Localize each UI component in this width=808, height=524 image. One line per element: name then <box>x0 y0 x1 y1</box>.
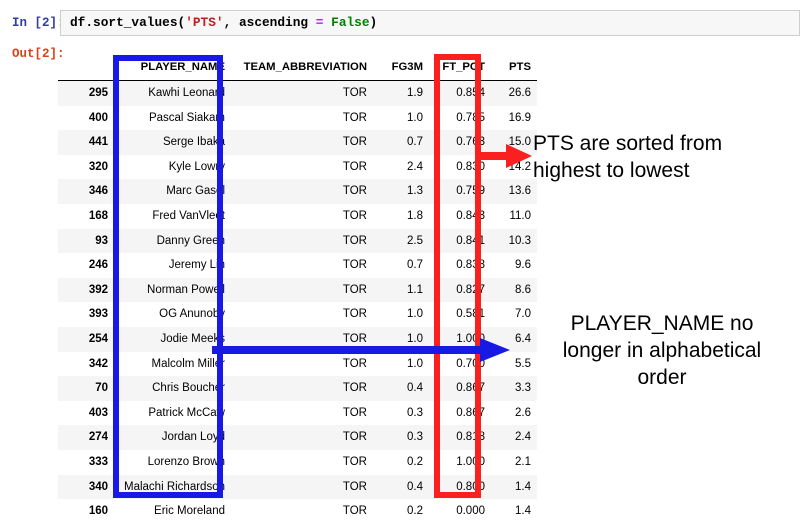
team-abbreviation-cell: TOR <box>231 277 373 303</box>
row-index-cell: 392 <box>58 277 118 303</box>
code-token-arg: , ascending <box>223 15 316 30</box>
ft-pct-cell: 0.000 <box>429 499 491 524</box>
team-abbreviation-cell: TOR <box>231 154 373 180</box>
player-name-annotation-text: PLAYER_NAME no longer in alphabetical or… <box>528 310 796 391</box>
fg3m-cell: 0.3 <box>373 400 429 426</box>
pts-cell: 1.4 <box>491 499 537 524</box>
row-index-cell: 160 <box>58 499 118 524</box>
player-name-annotation-arrow <box>212 337 512 368</box>
column-header-team-abbreviation: TEAM_ABBREVIATION <box>231 54 373 81</box>
code-token-keyword: False <box>331 15 370 30</box>
code-line[interactable]: df.sort_values('PTS', ascending = False) <box>70 15 377 30</box>
row-index-cell: 346 <box>58 179 118 204</box>
fg3m-cell: 1.9 <box>373 80 429 106</box>
column-header-index <box>58 54 118 81</box>
column-header-pts: PTS <box>491 54 537 81</box>
team-abbreviation-cell: TOR <box>231 499 373 524</box>
fg3m-cell: 1.1 <box>373 277 429 303</box>
team-abbreviation-cell: TOR <box>231 425 373 450</box>
team-abbreviation-cell: TOR <box>231 179 373 204</box>
pts-cell: 10.3 <box>491 228 537 254</box>
team-abbreviation-cell: TOR <box>231 105 373 131</box>
row-index-cell: 333 <box>58 449 118 475</box>
fg3m-cell: 0.7 <box>373 130 429 155</box>
team-abbreviation-cell: TOR <box>231 400 373 426</box>
pts-column-highlight-box <box>434 54 481 498</box>
team-abbreviation-cell: TOR <box>231 449 373 475</box>
row-index-cell: 342 <box>58 351 118 377</box>
code-token-closeparen: ) <box>369 15 378 30</box>
pts-annotation-line-2: highest to lowest <box>533 159 690 182</box>
fg3m-cell: 0.4 <box>373 474 429 500</box>
pts-annotation-line-1: PTS are sorted from <box>533 132 723 155</box>
fg3m-cell: 0.3 <box>373 425 429 450</box>
output-prompt-label: Out[2]: <box>12 47 65 61</box>
pts-annotation-arrow <box>478 142 534 175</box>
pts-cell: 16.9 <box>491 105 537 131</box>
pts-cell: 9.6 <box>491 253 537 278</box>
table-row: 160 Eric Moreland TOR 0.2 0.000 1.4 <box>58 499 537 524</box>
fg3m-cell: 0.4 <box>373 376 429 401</box>
row-index-cell: 403 <box>58 400 118 426</box>
row-index-cell: 93 <box>58 228 118 254</box>
fg3m-cell: 1.0 <box>373 302 429 327</box>
fg3m-cell: 0.7 <box>373 253 429 278</box>
player-name-cell: Eric Moreland <box>118 499 231 524</box>
team-abbreviation-cell: TOR <box>231 253 373 278</box>
pts-annotation-text: PTS are sorted from highest to lowest <box>533 130 795 184</box>
row-index-cell: 295 <box>58 80 118 106</box>
fg3m-cell: 2.4 <box>373 154 429 180</box>
row-index-cell: 393 <box>58 302 118 327</box>
row-index-cell: 340 <box>58 474 118 500</box>
player-name-annotation-line-3: order <box>637 366 687 389</box>
fg3m-cell: 0.2 <box>373 449 429 475</box>
row-index-cell: 441 <box>58 130 118 155</box>
row-index-cell: 168 <box>58 203 118 229</box>
pts-cell: 13.6 <box>491 179 537 204</box>
fg3m-cell: 0.2 <box>373 499 429 524</box>
code-token-call: df.sort_values( <box>70 15 186 30</box>
row-index-cell: 70 <box>58 376 118 401</box>
team-abbreviation-cell: TOR <box>231 203 373 229</box>
pts-cell: 1.4 <box>491 474 537 500</box>
pts-cell: 2.6 <box>491 400 537 426</box>
row-index-cell: 274 <box>58 425 118 450</box>
team-abbreviation-cell: TOR <box>231 376 373 401</box>
row-index-cell: 320 <box>58 154 118 180</box>
row-index-cell: 400 <box>58 105 118 131</box>
code-token-string: 'PTS' <box>185 15 224 30</box>
team-abbreviation-cell: TOR <box>231 302 373 327</box>
fg3m-cell: 1.0 <box>373 105 429 131</box>
team-abbreviation-cell: TOR <box>231 80 373 106</box>
team-abbreviation-cell: TOR <box>231 130 373 155</box>
row-index-cell: 254 <box>58 326 118 352</box>
pts-cell: 2.1 <box>491 449 537 475</box>
row-index-cell: 246 <box>58 253 118 278</box>
pts-cell: 26.6 <box>491 80 537 106</box>
fg3m-cell: 2.5 <box>373 228 429 254</box>
player-name-column-highlight-box <box>113 55 223 498</box>
pts-cell: 11.0 <box>491 203 537 229</box>
pts-cell: 2.4 <box>491 425 537 450</box>
fg3m-cell: 1.3 <box>373 179 429 204</box>
pts-cell: 8.6 <box>491 277 537 303</box>
player-name-annotation-line-1: PLAYER_NAME no <box>570 312 754 335</box>
player-name-annotation-line-2: longer in alphabetical <box>562 339 762 362</box>
column-header-fg3m: FG3M <box>373 54 429 81</box>
fg3m-cell: 1.8 <box>373 203 429 229</box>
team-abbreviation-cell: TOR <box>231 228 373 254</box>
team-abbreviation-cell: TOR <box>231 474 373 500</box>
input-prompt-label: In [2]: <box>12 16 65 30</box>
